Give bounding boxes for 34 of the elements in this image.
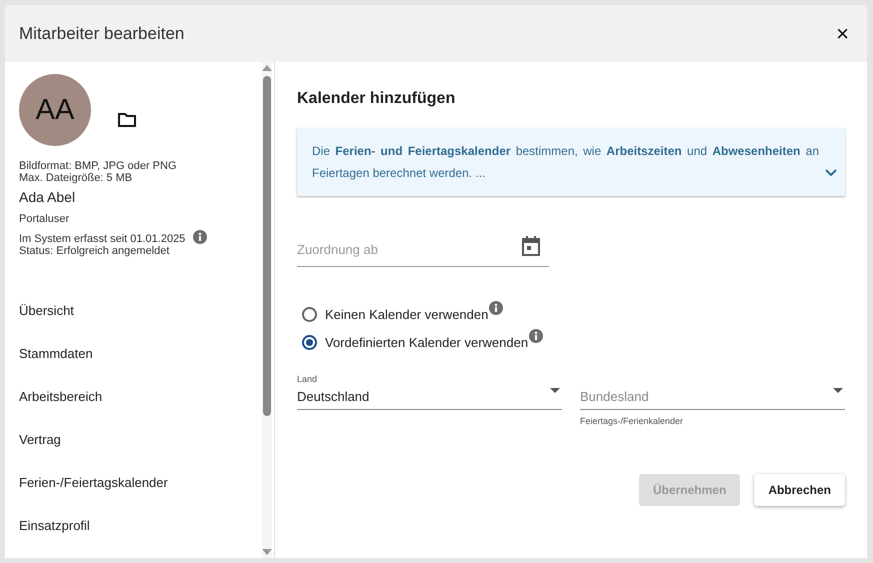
chevron-down-icon[interactable] [825, 169, 837, 177]
info-icon[interactable] [193, 230, 208, 244]
dialog-title: Mitarbeiter bearbeiten [19, 24, 184, 44]
sidebar-item[interactable]: Arbeitsbereich [19, 375, 262, 418]
sidebar-item[interactable]: Übersicht [19, 289, 262, 332]
scrollbar[interactable] [262, 62, 272, 558]
sidebar-item[interactable]: Vertrag [19, 418, 262, 461]
registered-text: Im System erfasst seit 01.01.2025 [19, 233, 186, 245]
radio-button[interactable] [302, 334, 317, 350]
sidebar-item[interactable]: Ferien-/Feiertagskalender [19, 461, 262, 504]
state-select[interactable]: Bundesland [580, 374, 845, 410]
image-hint: Bildformat: BMP, JPG oder PNG [19, 160, 178, 172]
caret-icon [550, 388, 560, 393]
calendar-icon[interactable] [522, 236, 540, 256]
field-hint: Feiertags-/Ferienkalender [580, 416, 684, 426]
user-role: Portaluser [19, 213, 70, 225]
radio-label[interactable]: Keinen Kalender verwenden [325, 306, 488, 322]
sidebar-item[interactable]: Stammdaten [19, 332, 262, 375]
user-name: Ada Abel [19, 189, 76, 205]
close-button[interactable]: × [832, 20, 853, 46]
country-select[interactable]: Land Deutschland [297, 374, 562, 410]
radio-label[interactable]: Vordefinierten Kalender verwenden [325, 334, 528, 350]
image-hint: Max. Dateigröße: 5 MB [19, 172, 134, 184]
sidebar-item[interactable]: Einsatzprofil [19, 504, 262, 547]
dialog-button[interactable]: Abbrechen [754, 474, 845, 506]
avatar: AA [19, 74, 91, 146]
caret-icon [833, 388, 843, 393]
info-icon[interactable] [489, 301, 504, 315]
info-icon[interactable] [529, 329, 544, 343]
radio-button[interactable] [302, 306, 317, 322]
status-text: Status: Erfolgreich angemeldet [19, 245, 170, 257]
section-heading: Kalender hinzufügen [297, 90, 456, 108]
folder-icon[interactable] [117, 112, 137, 128]
info-text: Die Ferien- und Feiertagskalender bestimmen, wie Arbeitszeiten und Abwesenheiten an Feiertagen berechnet werden. ... [312, 143, 819, 182]
